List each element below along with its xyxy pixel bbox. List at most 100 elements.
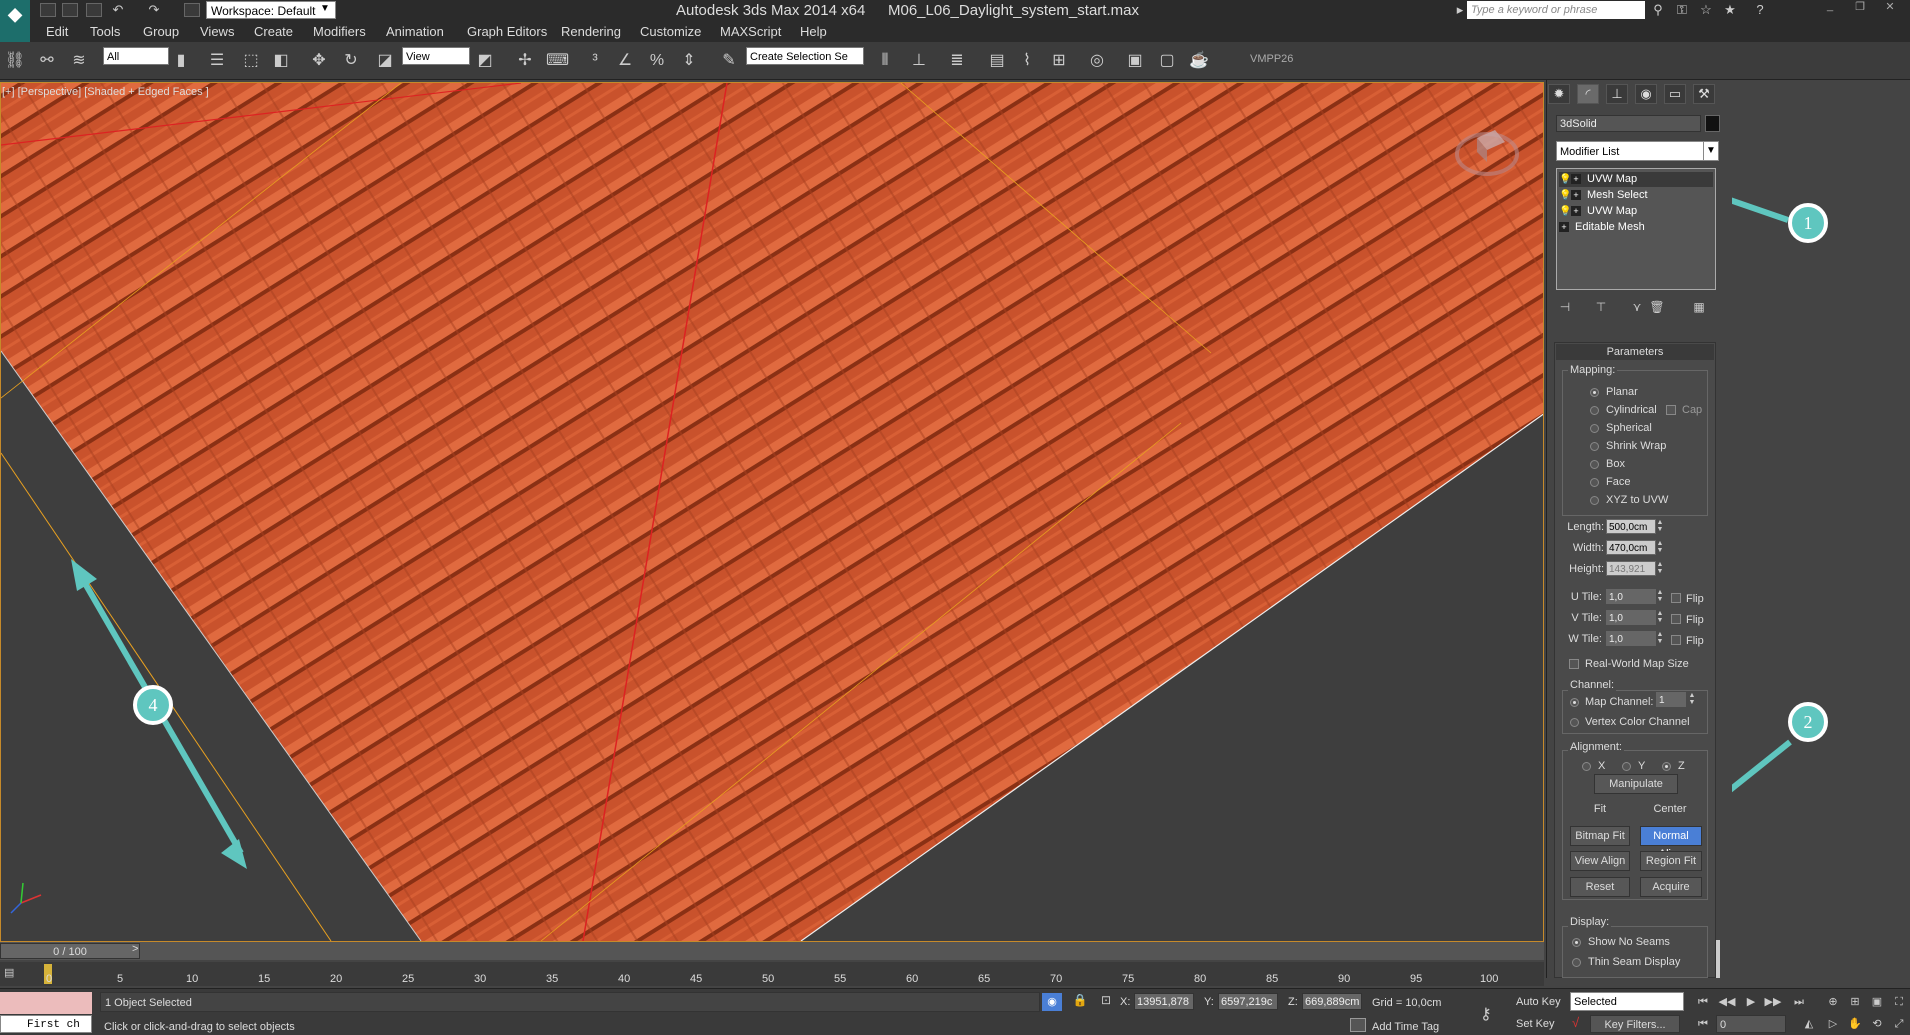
radio-map-channel[interactable] bbox=[1570, 698, 1579, 707]
menu-edit[interactable]: Edit bbox=[46, 24, 68, 39]
schematic-view-icon[interactable]: ⊞ bbox=[1048, 50, 1070, 72]
radio-vertex-color-channel[interactable] bbox=[1570, 718, 1579, 727]
snaps-toggle-icon[interactable]: ³ bbox=[584, 50, 606, 72]
menu-group[interactable]: Group bbox=[143, 24, 179, 39]
u-tile-field[interactable]: 1,0 bbox=[1606, 589, 1656, 604]
menu-tools[interactable]: Tools bbox=[90, 24, 120, 39]
project-folder-icon[interactable] bbox=[184, 3, 200, 17]
field-of-view-icon[interactable]: ◭ bbox=[1800, 1016, 1818, 1032]
close-icon[interactable]: ✕ bbox=[1876, 0, 1904, 14]
link-icon[interactable]: ⛓ bbox=[4, 50, 26, 72]
zoom-extents-all-icon[interactable]: ⛶ bbox=[1890, 994, 1908, 1010]
menu-customize[interactable]: Customize bbox=[640, 24, 701, 39]
key-mode-toggle-icon[interactable]: ⏮ bbox=[1694, 1016, 1712, 1032]
curve-editor-icon[interactable]: ⌇ bbox=[1016, 50, 1038, 72]
expand-icon[interactable]: + bbox=[1571, 174, 1581, 184]
make-unique-icon[interactable]: ⋎ bbox=[1628, 298, 1646, 316]
unlink-icon[interactable]: ⚯ bbox=[36, 50, 58, 72]
panel-scrollbar[interactable] bbox=[1716, 940, 1720, 978]
pin-stack-icon[interactable]: ⊣ bbox=[1556, 298, 1574, 316]
workspace-dropdown[interactable]: Workspace: Default bbox=[206, 1, 336, 19]
key-curve-icon[interactable]: √ bbox=[1572, 1015, 1588, 1033]
view-align-button[interactable]: View Align bbox=[1570, 851, 1630, 871]
pan-icon[interactable]: ✋ bbox=[1846, 1016, 1864, 1032]
map-channel-field[interactable]: 1 bbox=[1656, 692, 1686, 707]
hierarchy-tab-icon[interactable]: ⊥ bbox=[1606, 84, 1628, 104]
selection-filter-dropdown[interactable]: All bbox=[103, 47, 169, 65]
perspective-viewport[interactable] bbox=[0, 82, 1544, 942]
redo-icon[interactable]: ↷ bbox=[146, 2, 162, 18]
menu-graph-editors[interactable]: Graph Editors bbox=[467, 24, 547, 39]
search-input[interactable]: Type a keyword or phrase bbox=[1467, 1, 1645, 19]
chevron-down-icon[interactable]: ▼ bbox=[320, 3, 332, 17]
height-spinner[interactable]: ▲ ▼ bbox=[1656, 561, 1664, 576]
key-icon[interactable]: ⚷ bbox=[1480, 1004, 1506, 1023]
stack-item[interactable]: 💡 + UVW Map bbox=[1559, 172, 1713, 187]
object-color-swatch[interactable] bbox=[1705, 115, 1720, 132]
real-world-map-size-checkbox[interactable] bbox=[1569, 659, 1579, 669]
select-manipulate-icon[interactable]: ✢ bbox=[514, 50, 536, 72]
show-end-result-icon[interactable]: ⊤ bbox=[1592, 298, 1610, 316]
scale-icon[interactable]: ◪ bbox=[374, 50, 396, 72]
manipulate-button[interactable]: Manipulate bbox=[1594, 774, 1678, 794]
next-frame-play-icon[interactable]: ▶▶ bbox=[1764, 994, 1782, 1010]
next-frame-icon[interactable]: > bbox=[132, 943, 146, 959]
configure-modifier-sets-icon[interactable]: ▦ bbox=[1690, 298, 1708, 316]
stack-item[interactable]: 💡 + Mesh Select bbox=[1559, 188, 1713, 203]
zoom-icon[interactable]: ⊕ bbox=[1824, 994, 1842, 1010]
radio-align-x[interactable] bbox=[1582, 762, 1591, 771]
minimize-icon[interactable]: _ bbox=[1816, 0, 1844, 14]
material-editor-icon[interactable]: ◎ bbox=[1086, 50, 1108, 72]
orbit-icon[interactable]: ⟲ bbox=[1868, 1016, 1886, 1032]
rendered-frame-icon[interactable]: ▢ bbox=[1156, 50, 1178, 72]
v-tile-field[interactable]: 1,0 bbox=[1606, 610, 1656, 625]
window-crossing-icon[interactable]: ◧ bbox=[270, 50, 292, 72]
menu-modifiers[interactable]: Modifiers bbox=[313, 24, 366, 39]
acquire-button[interactable]: Acquire bbox=[1640, 877, 1702, 897]
layer-manager-icon[interactable]: ≣ bbox=[946, 50, 968, 72]
viewcube-icon[interactable] bbox=[1455, 118, 1519, 182]
menu-rendering[interactable]: Rendering bbox=[561, 24, 621, 39]
radio-box[interactable] bbox=[1590, 460, 1599, 469]
u-flip-checkbox[interactable] bbox=[1671, 593, 1681, 603]
rotate-icon[interactable]: ↻ bbox=[340, 50, 362, 72]
modify-tab-icon[interactable]: ◜ bbox=[1577, 84, 1599, 104]
render-setup-icon[interactable]: ▣ bbox=[1124, 50, 1146, 72]
fit-button[interactable]: Fit bbox=[1570, 799, 1630, 819]
width-spinner[interactable]: ▲ ▼ bbox=[1656, 540, 1664, 555]
v-flip-checkbox[interactable] bbox=[1671, 614, 1681, 624]
radio-align-y[interactable] bbox=[1622, 762, 1631, 771]
expand-icon[interactable]: + bbox=[1559, 222, 1569, 232]
lock-selection-icon[interactable]: 🔒 bbox=[1072, 993, 1088, 1011]
restore-icon[interactable]: ❐ bbox=[1846, 0, 1874, 14]
utilities-tab-icon[interactable]: ⚒ bbox=[1693, 84, 1715, 104]
map-channel-spinner[interactable]: ▲ ▼ bbox=[1688, 692, 1696, 707]
radio-planar[interactable] bbox=[1590, 388, 1599, 397]
add-time-tag[interactable]: Add Time Tag bbox=[1372, 1021, 1439, 1033]
radio-face[interactable] bbox=[1590, 478, 1599, 487]
time-slider-track[interactable] bbox=[0, 942, 1544, 960]
menu-maxscript[interactable]: MAXScript bbox=[720, 24, 781, 39]
zoom-region-icon[interactable]: ▷ bbox=[1824, 1016, 1842, 1032]
set-key-button[interactable]: Set Key bbox=[1516, 1015, 1566, 1033]
auto-key-button[interactable]: Auto Key bbox=[1516, 993, 1566, 1011]
radio-spherical[interactable] bbox=[1590, 424, 1599, 433]
length-spinner[interactable]: ▲ ▼ bbox=[1656, 519, 1664, 534]
go-to-start-icon[interactable]: ⏮ bbox=[1694, 994, 1712, 1010]
remove-modifier-icon[interactable]: 🗑 bbox=[1648, 298, 1666, 316]
lightbulb-icon[interactable]: 💡 bbox=[1559, 188, 1571, 203]
expand-icon[interactable]: + bbox=[1571, 190, 1581, 200]
create-tab-icon[interactable]: ✹ bbox=[1548, 84, 1570, 104]
viewport-label[interactable]: [+] [Perspective] [Shaded + Edged Faces … bbox=[2, 86, 209, 98]
expand-icon[interactable]: + bbox=[1571, 206, 1581, 216]
stack-item[interactable]: + Editable Mesh bbox=[1559, 220, 1713, 235]
favorites-icon[interactable]: ★ bbox=[1722, 2, 1738, 18]
menu-views[interactable]: Views bbox=[200, 24, 234, 39]
mirror-icon[interactable]: ⫴ bbox=[874, 50, 896, 72]
time-slider-thumb[interactable]: 0 / 100 bbox=[0, 943, 140, 959]
move-icon[interactable]: ✥ bbox=[308, 50, 330, 72]
lightbulb-icon[interactable]: 💡 bbox=[1559, 204, 1571, 219]
normal-align-button[interactable]: Normal Align bbox=[1640, 826, 1702, 860]
zoom-all-icon[interactable]: ⊞ bbox=[1846, 994, 1864, 1010]
absolute-mode-icon[interactable]: ⊡ bbox=[1098, 993, 1114, 1011]
